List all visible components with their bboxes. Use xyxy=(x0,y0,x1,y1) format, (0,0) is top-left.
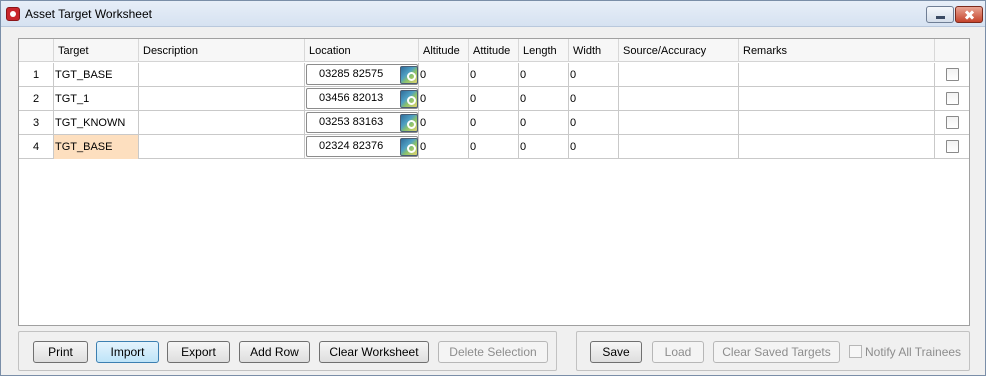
target-cell[interactable]: TGT_KNOWN xyxy=(54,111,139,135)
description-cell[interactable] xyxy=(139,111,305,135)
table-row[interactable]: 2 TGT_1 03456 82013 0 0 0 0 xyxy=(19,87,969,111)
altitude-cell[interactable]: 0 xyxy=(419,135,469,159)
header-target[interactable]: Target xyxy=(54,39,139,62)
window-title: Asset Target Worksheet xyxy=(25,7,152,21)
description-cell[interactable] xyxy=(139,135,305,159)
row-select-checkbox[interactable] xyxy=(946,140,959,153)
header-remarks[interactable]: Remarks xyxy=(739,39,935,62)
row-number-cell: 4 xyxy=(19,135,54,159)
table-row[interactable]: 3 TGT_KNOWN 03253 83163 0 0 0 0 xyxy=(19,111,969,135)
saved-targets-group: Save Load Clear Saved Targets Notify All… xyxy=(576,331,970,371)
close-button[interactable] xyxy=(955,6,983,23)
length-cell[interactable]: 0 xyxy=(519,87,569,111)
location-cell: 03285 82575 xyxy=(305,63,419,87)
notify-all-trainees-checkbox[interactable]: Notify All Trainees xyxy=(849,345,961,361)
header-checkbox-column xyxy=(935,39,969,62)
attitude-cell[interactable]: 0 xyxy=(469,111,519,135)
clear-saved-targets-button[interactable]: Clear Saved Targets xyxy=(713,341,840,363)
row-number-cell: 3 xyxy=(19,111,54,135)
minimize-button[interactable] xyxy=(926,6,954,23)
source-accuracy-cell[interactable] xyxy=(619,87,739,111)
app-icon xyxy=(6,7,20,21)
attitude-cell[interactable]: 0 xyxy=(469,87,519,111)
header-altitude[interactable]: Altitude xyxy=(419,39,469,62)
length-cell[interactable]: 0 xyxy=(519,111,569,135)
header-attitude[interactable]: Attitude xyxy=(469,39,519,62)
worksheet-table: Target Description Location Altitude Att… xyxy=(18,38,970,326)
target-cell[interactable]: TGT_1 xyxy=(54,87,139,111)
title-bar[interactable]: Asset Target Worksheet xyxy=(1,1,985,27)
length-cell[interactable]: 0 xyxy=(519,135,569,159)
location-field[interactable]: 02324 82376 xyxy=(306,136,418,157)
table-row[interactable]: 4 TGT_BASE 02324 82376 0 0 0 0 xyxy=(19,135,969,159)
remarks-cell[interactable] xyxy=(739,63,935,87)
remarks-cell[interactable] xyxy=(739,111,935,135)
clear-worksheet-button[interactable]: Clear Worksheet xyxy=(319,341,429,363)
header-location[interactable]: Location xyxy=(305,39,419,62)
location-field[interactable]: 03253 83163 xyxy=(306,112,418,133)
location-cell: 03456 82013 xyxy=(305,87,419,111)
attitude-cell[interactable]: 0 xyxy=(469,135,519,159)
source-accuracy-cell[interactable] xyxy=(619,111,739,135)
select-cell xyxy=(935,135,969,159)
add-row-button[interactable]: Add Row xyxy=(239,341,310,363)
location-cell: 03253 83163 xyxy=(305,111,419,135)
remarks-cell[interactable] xyxy=(739,135,935,159)
row-number-cell: 1 xyxy=(19,63,54,87)
description-cell[interactable] xyxy=(139,87,305,111)
worksheet-actions-group: Print Import Export Add Row Clear Worksh… xyxy=(18,331,557,371)
location-field[interactable]: 03285 82575 xyxy=(306,64,418,85)
export-button[interactable]: Export xyxy=(167,341,230,363)
location-value: 03456 82013 xyxy=(319,92,384,104)
row-number-cell: 2 xyxy=(19,87,54,111)
header-description[interactable]: Description xyxy=(139,39,305,62)
altitude-cell[interactable]: 0 xyxy=(419,111,469,135)
target-cell[interactable]: TGT_BASE xyxy=(54,135,139,159)
import-button[interactable]: Import xyxy=(96,341,159,363)
width-cell[interactable]: 0 xyxy=(569,111,619,135)
header-row-number xyxy=(19,39,54,62)
row-select-checkbox[interactable] xyxy=(946,92,959,105)
checkbox-box[interactable] xyxy=(849,345,862,358)
location-field[interactable]: 03456 82013 xyxy=(306,88,418,109)
location-cell: 02324 82376 xyxy=(305,135,419,159)
asset-target-worksheet-window: Asset Target Worksheet Target Descriptio… xyxy=(0,0,986,376)
width-cell[interactable]: 0 xyxy=(569,63,619,87)
header-width[interactable]: Width xyxy=(569,39,619,62)
map-icon[interactable] xyxy=(400,66,418,84)
location-value: 02324 82376 xyxy=(319,140,384,152)
location-value: 03253 83163 xyxy=(319,116,384,128)
remarks-cell[interactable] xyxy=(739,87,935,111)
altitude-cell[interactable]: 0 xyxy=(419,63,469,87)
select-cell xyxy=(935,87,969,111)
width-cell[interactable]: 0 xyxy=(569,87,619,111)
target-cell[interactable]: TGT_BASE xyxy=(54,63,139,87)
select-cell xyxy=(935,111,969,135)
source-accuracy-cell[interactable] xyxy=(619,63,739,87)
row-select-checkbox[interactable] xyxy=(946,116,959,129)
map-icon[interactable] xyxy=(400,90,418,108)
header-source-accuracy[interactable]: Source/Accuracy xyxy=(619,39,739,62)
attitude-cell[interactable]: 0 xyxy=(469,63,519,87)
location-value: 03285 82575 xyxy=(319,68,384,80)
save-button[interactable]: Save xyxy=(590,341,642,363)
load-button[interactable]: Load xyxy=(652,341,704,363)
header-length[interactable]: Length xyxy=(519,39,569,62)
altitude-cell[interactable]: 0 xyxy=(419,87,469,111)
width-cell[interactable]: 0 xyxy=(569,135,619,159)
description-cell[interactable] xyxy=(139,63,305,87)
delete-selection-button[interactable]: Delete Selection xyxy=(438,341,548,363)
row-select-checkbox[interactable] xyxy=(946,68,959,81)
select-cell xyxy=(935,63,969,87)
length-cell[interactable]: 0 xyxy=(519,63,569,87)
table-header: Target Description Location Altitude Att… xyxy=(19,39,969,62)
notify-all-trainees-label: Notify All Trainees xyxy=(865,345,962,359)
print-button[interactable]: Print xyxy=(33,341,88,363)
source-accuracy-cell[interactable] xyxy=(619,135,739,159)
map-icon[interactable] xyxy=(400,114,418,132)
map-icon[interactable] xyxy=(400,138,418,156)
table-row[interactable]: 1 TGT_BASE 03285 82575 0 0 0 0 xyxy=(19,63,969,87)
